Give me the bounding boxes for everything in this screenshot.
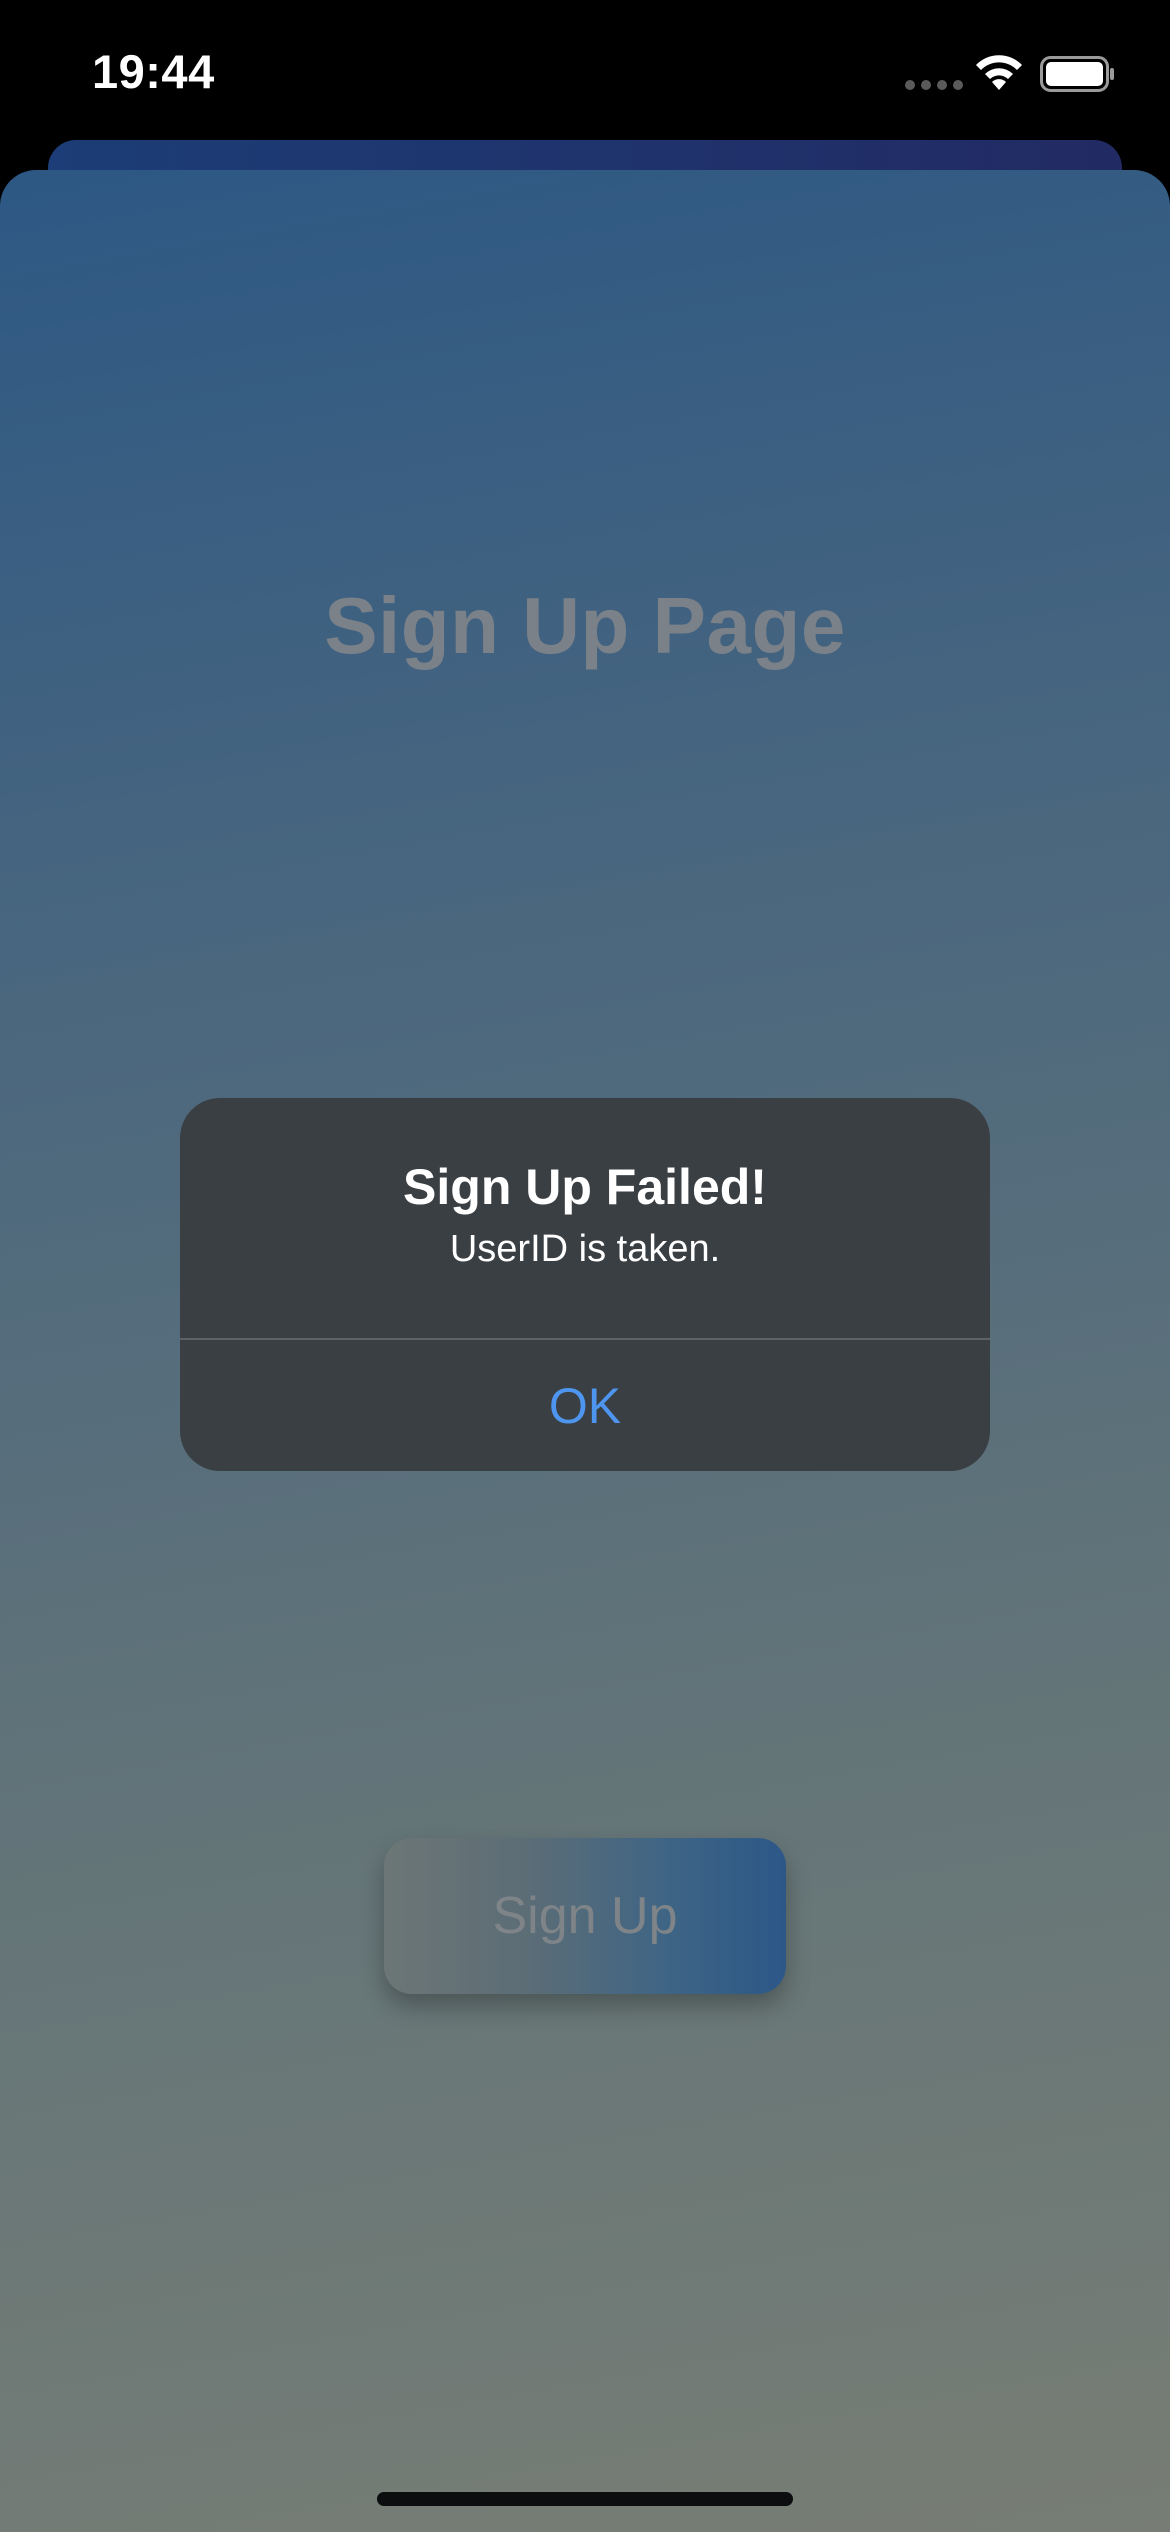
screen: 19:44 Sign Up Page Sign Up Sign Up Faile… — [0, 0, 1170, 2532]
alert-ok-button[interactable]: OK — [180, 1340, 990, 1471]
wifi-icon — [976, 55, 1022, 90]
home-indicator[interactable] — [377, 2492, 793, 2506]
signup-button[interactable]: Sign Up — [384, 1838, 786, 1994]
alert-title: Sign Up Failed! — [403, 1159, 767, 1215]
battery-icon — [1040, 56, 1114, 92]
signal-icon — [905, 80, 963, 90]
alert-message: UserID is taken. — [449, 1228, 721, 1270]
page-title: Sign Up Page — [324, 581, 846, 670]
signup-button-label: Sign Up — [492, 1887, 678, 1945]
status-bar: 19:44 — [0, 0, 1170, 140]
alert-dialog: Sign Up Failed! UserID is taken. OK — [180, 1098, 990, 1471]
status-time: 19:44 — [92, 45, 215, 98]
